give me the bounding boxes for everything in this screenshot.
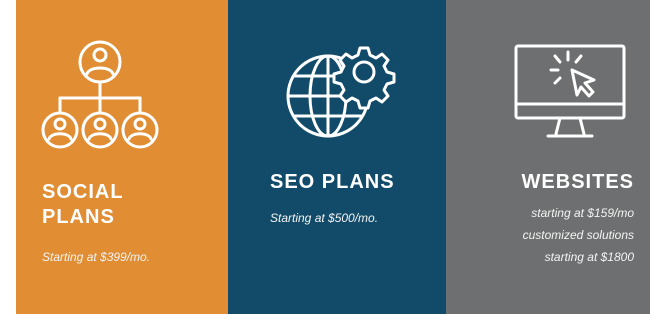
social-plans-title-line-1: SOCIAL: [42, 181, 124, 203]
social-plans-title: SOCIAL PLANS: [42, 180, 212, 230]
seo-plans-price-line: Starting at $500/mo.: [270, 211, 379, 225]
websites-title: WEBSITES: [521, 171, 634, 193]
social-plans-title-line-2: PLANS: [42, 206, 115, 228]
people-network-icon: [40, 38, 160, 158]
seo-plans-price: Starting at $500/mo.: [270, 207, 440, 229]
monitor-cursor-icon: [510, 40, 630, 150]
social-plans-price: Starting at $399/mo.: [42, 246, 222, 268]
websites-price: starting at $159/mo customized solutions…: [446, 202, 634, 268]
seo-plans-title: SEO PLANS: [270, 171, 395, 193]
websites-price-line-1: starting at $159/mo: [531, 206, 634, 220]
pricing-panels: SOCIAL PLANS Starting at $399/mo. SEO PL…: [0, 0, 660, 314]
social-plans-panel[interactable]: SOCIAL PLANS Starting at $399/mo.: [16, 0, 228, 314]
websites-price-line-2: customized solutions: [522, 228, 634, 242]
seo-plans-panel[interactable]: SEO PLANS Starting at $500/mo.: [228, 0, 446, 314]
globe-gear-icon: [282, 38, 402, 148]
social-plans-price-line: Starting at $399/mo.: [42, 250, 151, 264]
websites-price-line-3: starting at $1800: [544, 250, 634, 264]
websites-panel[interactable]: WEBSITES starting at $159/mo customized …: [446, 0, 650, 314]
